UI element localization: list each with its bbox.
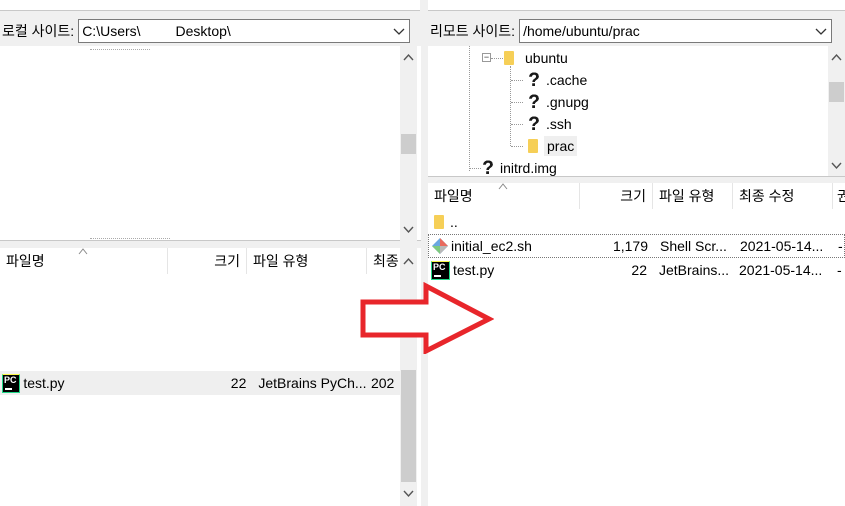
local-site-bar: 로컬 사이트: C:\Users\ Desktop\ [0,17,421,45]
file-modified: 2021-05-14... [739,262,823,278]
file-row-parent[interactable]: .. [428,210,845,234]
sort-ascending-icon [78,248,88,255]
remote-list-header: 파일명 크기 파일 유형 최종 수정 권 [428,183,845,209]
scroll-up-icon[interactable] [403,52,414,63]
local-path-text: C:\Users\ Desktop\ [82,23,231,39]
scroll-up-icon[interactable] [403,256,414,267]
column-header-size[interactable]: 크기 [168,248,247,274]
file-type: Shell Scr... [660,238,727,254]
remote-top-pane-edge [428,0,845,11]
remote-tree-scrollbar[interactable] [828,46,845,176]
unknown-icon: ? [525,93,543,112]
remote-path-combo[interactable]: /home/ubuntu/prac [519,19,833,43]
pycharm-icon: PC [2,373,21,393]
column-header-filename[interactable]: 파일명 [0,248,168,274]
scroll-down-icon[interactable] [831,160,842,171]
file-permissions: - [838,238,843,254]
column-header-modified[interactable]: 최종 [367,248,400,274]
sort-ascending-icon [498,183,508,190]
collapse-toggle[interactable]: − [482,53,491,62]
scroll-thumb[interactable] [829,82,844,102]
scroll-up-icon[interactable] [831,52,842,63]
tree-item-prac[interactable]: prac [525,135,578,157]
file-row[interactable]: PC test.py 22 JetBrains PyCh... 202 [0,371,400,395]
local-path-combo[interactable]: C:\Users\ Desktop\ [78,19,411,43]
tree-guide-dots [90,49,150,50]
remote-site-label: 리모트 사이트: [430,23,516,39]
remote-tree-pane: − ubuntu ? .cache ? .gnupg ? .ssh prac ?… [428,46,845,177]
column-header-filetype[interactable]: 파일 유형 [247,248,367,274]
tree-guide-line [511,80,523,81]
tree-guide-line [469,46,470,171]
tree-guide-line [511,124,523,125]
unknown-icon: ? [479,159,497,176]
file-name: initial_ec2.sh [451,238,532,254]
tree-guide-line [511,102,523,103]
tree-item-gnupg[interactable]: ? .gnupg [525,91,589,113]
tree-guide-dots [90,238,170,239]
pane-splitter[interactable] [421,12,428,506]
tree-item-initrd[interactable]: ? initrd.img [479,157,557,176]
file-row[interactable]: PC test.py 22 JetBrains... 2021-05-14...… [428,258,845,282]
file-type: JetBrains... [659,262,730,278]
local-tree-scrollbar[interactable] [400,46,417,241]
scroll-down-icon[interactable] [403,224,414,235]
tree-item-ssh[interactable]: ? .ssh [525,113,572,135]
folder-icon [525,138,541,154]
local-file-list: 파일명 크기 파일 유형 최종 PC test.py 22 JetBrains … [0,248,421,506]
file-modified: 202 [370,375,395,391]
right-arrow-annotation [360,282,494,354]
folder-icon [501,50,517,66]
pycharm-icon: PC [431,260,450,280]
column-header-size[interactable]: 크기 [580,183,653,209]
shell-script-icon [432,238,448,254]
column-header-filetype[interactable]: 파일 유형 [653,183,733,209]
file-name: test.py [453,262,495,278]
scroll-thumb[interactable] [401,134,416,154]
tree-guide-line [511,146,523,147]
chevron-down-icon[interactable] [815,25,827,37]
unknown-icon: ? [525,71,543,90]
tree-guide-line [510,66,511,146]
local-list-header: 파일명 크기 파일 유형 최종 [0,248,400,274]
tree-item-ubuntu[interactable]: ubuntu [501,47,568,69]
column-header-permissions[interactable]: 권 [833,183,845,209]
scroll-down-icon[interactable] [403,488,414,499]
chevron-down-icon[interactable] [393,25,405,37]
file-modified: 2021-05-14... [740,238,824,254]
tree-item-cache[interactable]: ? .cache [525,69,587,91]
file-name: .. [450,214,458,230]
file-size: 22 [230,375,247,391]
remote-site-bar: 리모트 사이트: /home/ubuntu/prac [428,17,845,45]
scroll-thumb[interactable] [401,370,416,482]
file-size: 22 [631,262,647,278]
file-size: 1,179 [612,238,648,254]
column-header-filename[interactable]: 파일명 [428,183,580,209]
local-site-label: 로컬 사이트: [2,23,75,39]
file-row[interactable]: initial_ec2.sh 1,179 Shell Scr... 2021-0… [428,234,845,258]
file-name: test.py [23,375,65,391]
column-header-modified[interactable]: 최종 수정 [733,183,833,209]
file-type: JetBrains PyCh... [258,375,367,391]
top-strip [0,0,845,12]
file-permissions: - [837,262,842,278]
folder-icon [431,214,447,230]
remote-path-text: /home/ubuntu/prac [523,23,640,39]
local-tree-pane [0,46,421,241]
unknown-icon: ? [525,115,543,134]
local-top-pane-edge [0,0,420,11]
